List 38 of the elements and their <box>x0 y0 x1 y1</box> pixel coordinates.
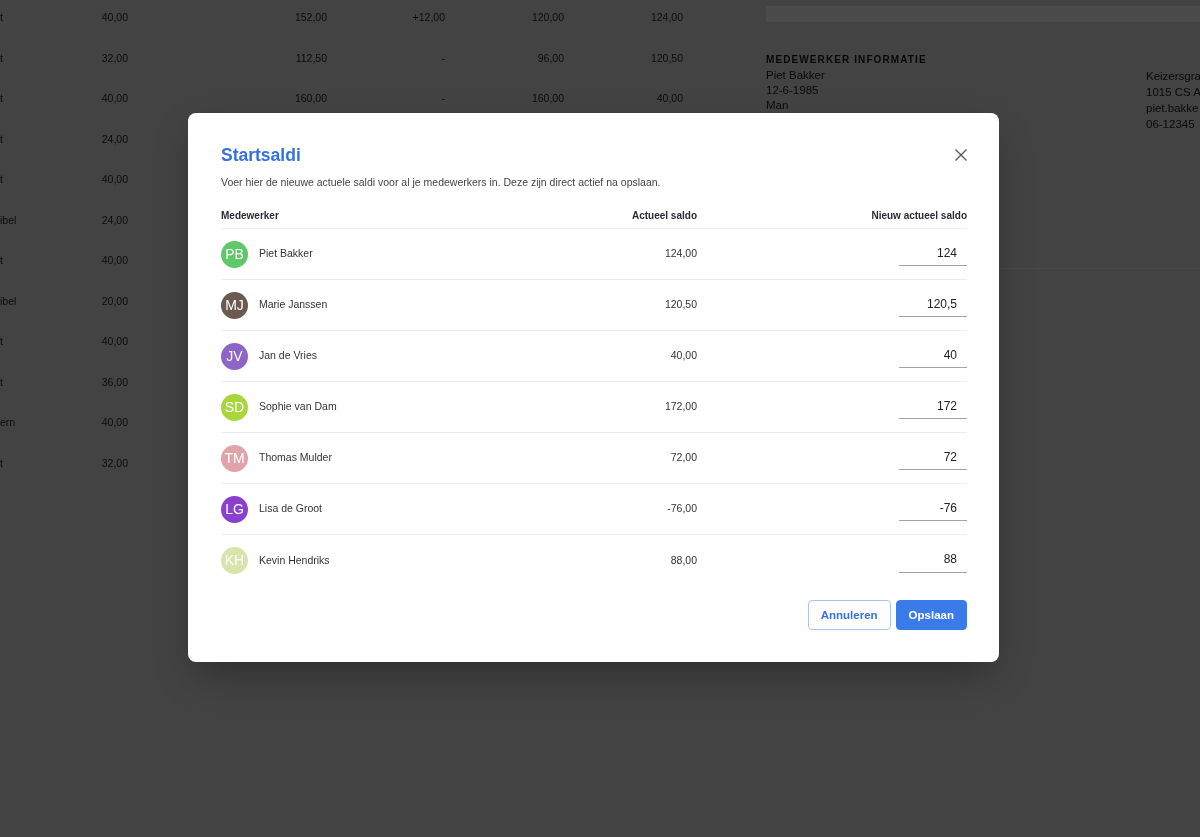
cancel-button[interactable]: Annuleren <box>807 600 891 630</box>
info-text: 06-12345 <box>1146 117 1195 132</box>
column-header: Medewerker <box>221 209 279 223</box>
employee-name: Lisa de Groot <box>259 501 323 517</box>
current-balance: 172,00 <box>664 399 697 415</box>
employee-name: Thomas Mulder <box>259 450 332 466</box>
current-balance: 124,00 <box>664 246 697 262</box>
current-balance: 88,00 <box>670 552 697 568</box>
column-header: Actueel saldo <box>631 209 697 223</box>
employee-name: Marie Janssen <box>259 297 328 313</box>
info-text: 12-6-1985 <box>766 83 819 98</box>
avatar: LG <box>221 495 248 523</box>
info-text: Piet Bakker <box>766 68 825 83</box>
close-button[interactable] <box>955 149 967 161</box>
current-balance: 120,50 <box>664 297 697 313</box>
current-balance: 72,00 <box>670 450 697 466</box>
dialog-description: Voer hier de nieuwe actuele saldi voor al je medewerkers in. Deze zijn direct actief na opslaan. <box>221 175 662 189</box>
section-heading: MEDEWERKER INFORMATIE <box>766 54 928 66</box>
info-text: Man <box>766 98 789 113</box>
employee-name: Sophie van Dam <box>259 399 337 415</box>
save-button[interactable]: Opslaan <box>895 600 967 630</box>
current-balance: 40,00 <box>670 348 697 364</box>
avatar: TM <box>221 444 248 472</box>
current-balance: -76,00 <box>667 501 697 517</box>
avatar: MJ <box>221 291 248 319</box>
info-text: piet.bakke <box>1146 101 1199 116</box>
table-cell-text: - <box>441 50 445 66</box>
employee-name: Piet Bakker <box>259 246 313 262</box>
employee-name: Kevin Hendriks <box>259 552 330 568</box>
close-icon <box>955 149 967 161</box>
avatar: SD <box>221 393 248 421</box>
table-cell-text: - <box>441 91 445 107</box>
avatar: PB <box>221 240 248 268</box>
column-header: Nieuw actueel saldo <box>871 209 967 223</box>
avatar: KH <box>221 547 248 574</box>
employee-name: Jan de Vries <box>259 348 317 364</box>
dialog-title: Startsaldi <box>221 145 301 165</box>
avatar: JV <box>221 342 248 370</box>
